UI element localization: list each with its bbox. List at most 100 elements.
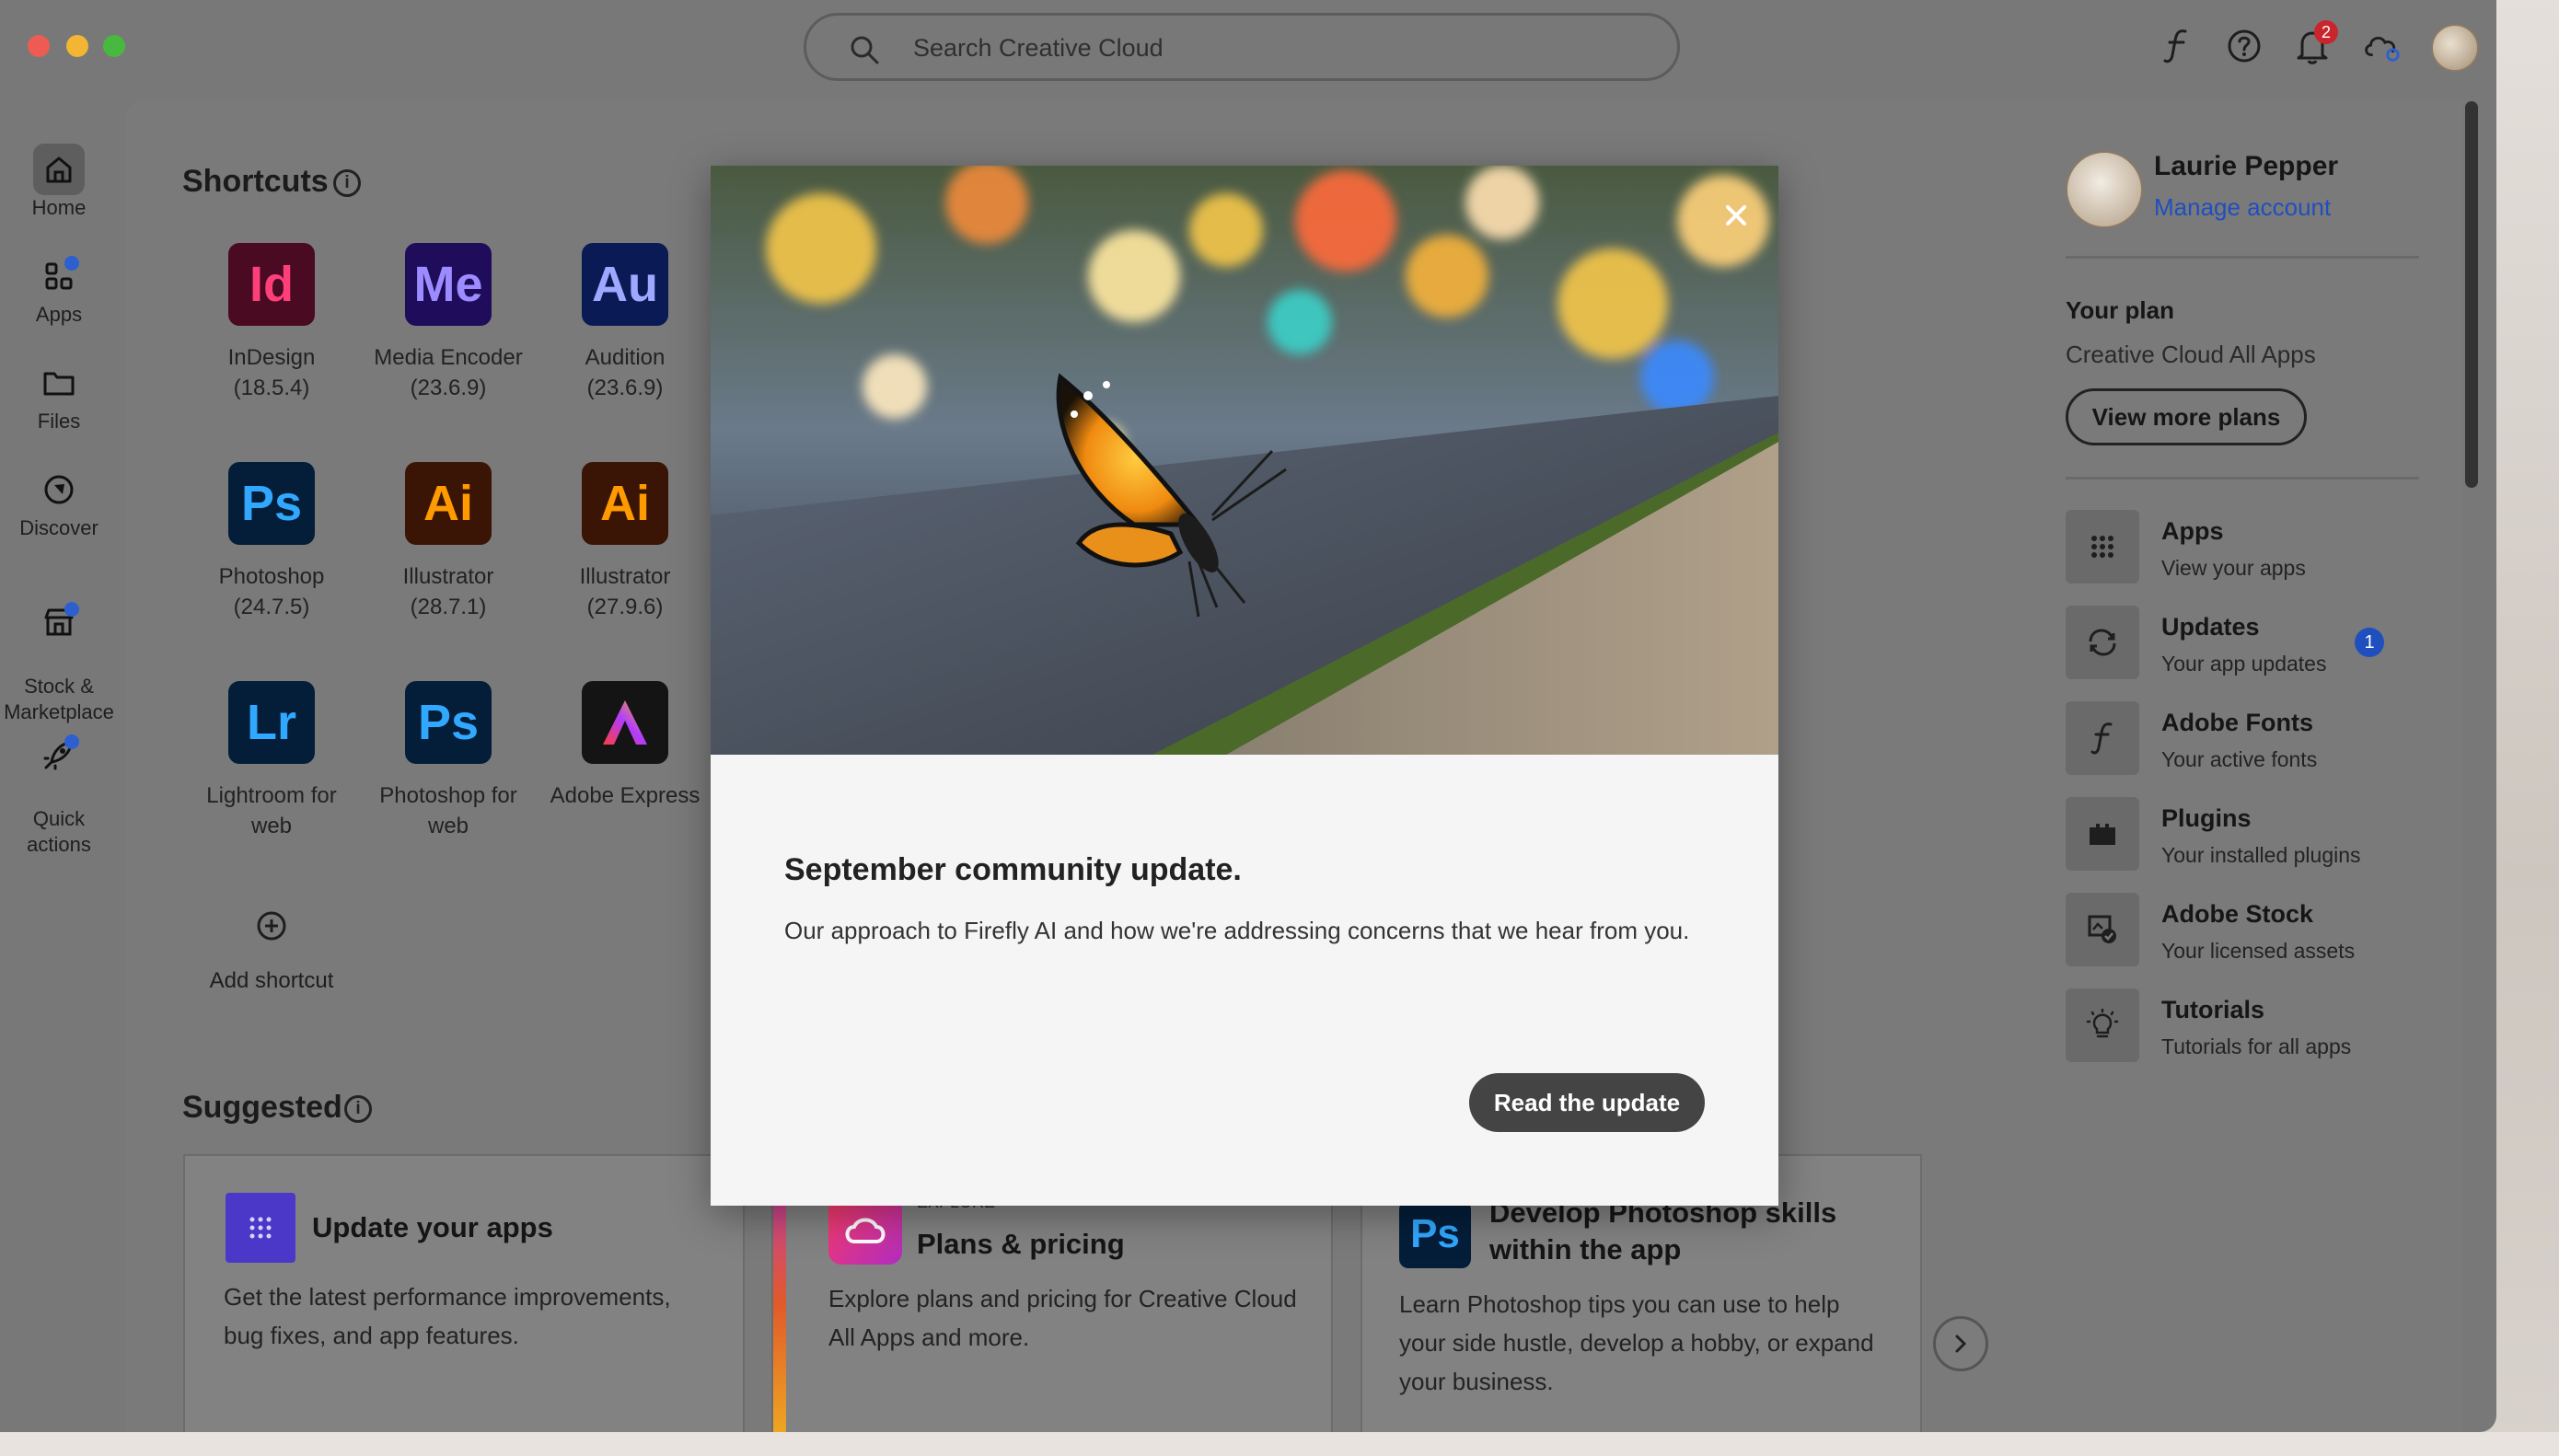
quicklink-title: Adobe Fonts	[2161, 709, 2313, 736]
stock-image-check-icon	[2066, 893, 2139, 966]
photoshop-app-icon: Ps	[1399, 1200, 1471, 1268]
divider	[2066, 256, 2419, 259]
quicklink-title: Updates	[2161, 613, 2260, 641]
app-name: Illustrator (27.9.6)	[579, 564, 671, 619]
apps-grid-icon	[226, 1193, 295, 1263]
suggested-card-update-apps[interactable]: Update your apps Get the latest performa…	[183, 1154, 745, 1432]
adobe-express-app-icon	[582, 681, 668, 764]
quicklink-title: Adobe Stock	[2161, 900, 2314, 928]
quick-actions-notification-dot	[64, 734, 79, 749]
quicklink-subtitle: Your active fonts	[2161, 747, 2318, 771]
card-description: Learn Photoshop tips you can use to help…	[1399, 1290, 1874, 1395]
desktop-background	[2485, 0, 2559, 1456]
shortcut-photoshop-web[interactable]: Ps Photoshop for web	[365, 681, 531, 841]
folder-icon	[33, 357, 85, 409]
add-shortcut-button[interactable]: Add shortcut	[170, 909, 373, 994]
shortcut-illustrator-28[interactable]: Ai Illustrator (28.7.1)	[365, 462, 531, 622]
indesign-app-icon: Id	[228, 243, 315, 326]
close-icon	[1726, 205, 1746, 225]
quicklink-title: Plugins	[2161, 804, 2252, 832]
view-more-plans-button[interactable]: View more plans	[2066, 388, 2307, 445]
butterfly-hero-image	[711, 166, 1778, 755]
nav-files[interactable]: Files	[0, 357, 118, 434]
quicklink-updates[interactable]: Updates Your app updates 1	[2066, 606, 2452, 679]
quicklink-subtitle: Your app updates	[2161, 652, 2327, 676]
quicklink-adobe-fonts[interactable]: Adobe Fonts Your active fonts	[2066, 701, 2452, 775]
quicklink-subtitle: Your licensed assets	[2161, 939, 2356, 963]
user-avatar[interactable]	[2431, 24, 2479, 72]
nav-quick-label: Quick actions	[27, 807, 91, 856]
modal-body-text: Our approach to Firefly AI and how we're…	[784, 917, 1690, 944]
quicklink-subtitle: Tutorials for all apps	[2161, 1034, 2352, 1058]
notifications-icon[interactable]: 2	[2292, 20, 2338, 66]
carousel-next-button[interactable]	[1933, 1316, 1988, 1371]
refresh-icon	[2066, 606, 2139, 679]
card-description: Get the latest performance improvements,…	[224, 1283, 671, 1349]
photoshop-app-icon: Ps	[228, 462, 315, 545]
close-window-button[interactable]	[28, 35, 50, 57]
quicklink-subtitle: View your apps	[2161, 556, 2306, 580]
app-name: InDesign (18.5.4)	[227, 345, 316, 400]
shortcut-photoshop[interactable]: Ps Photoshop (24.7.5)	[189, 462, 354, 622]
nav-home-label: Home	[31, 196, 87, 219]
search-bar[interactable]	[804, 13, 1680, 81]
search-input[interactable]	[911, 27, 1633, 69]
quicklink-adobe-stock[interactable]: Adobe Stock Your licensed assets	[2066, 893, 2452, 966]
nav-discover[interactable]: Discover	[0, 464, 118, 541]
divider	[2066, 477, 2419, 480]
plugin-icon	[2066, 797, 2139, 871]
nav-quick-actions[interactable]: Quick actions	[0, 703, 118, 884]
cloud-sync-icon[interactable]	[2361, 26, 2402, 66]
creative-cloud-icon	[828, 1196, 902, 1265]
shortcut-adobe-express[interactable]: Adobe Express	[542, 681, 708, 811]
shortcut-lightroom-web[interactable]: Lr Lightroom for web	[189, 681, 354, 841]
modal-close-button[interactable]	[1714, 193, 1758, 237]
photoshop-web-app-icon: Ps	[405, 681, 492, 764]
compass-icon	[33, 464, 85, 515]
quicklink-plugins[interactable]: Plugins Your installed plugins	[2066, 797, 2452, 871]
account-avatar	[2066, 151, 2143, 228]
chevron-right-icon	[1955, 1335, 1967, 1353]
audition-app-icon: Au	[582, 243, 668, 326]
community-update-modal: September community update. Our approach…	[711, 166, 1778, 1206]
search-icon	[851, 36, 879, 64]
title-bar: 2	[0, 0, 2496, 99]
shortcut-indesign[interactable]: Id InDesign (18.5.4)	[189, 243, 354, 403]
account-name: Laurie Pepper	[2154, 151, 2339, 181]
app-name: Photoshop for web	[379, 783, 517, 838]
nav-home[interactable]: Home	[0, 144, 118, 221]
read-the-update-button[interactable]: Read the update	[1469, 1073, 1705, 1132]
help-icon[interactable]	[2224, 26, 2264, 66]
plan-name: Creative Cloud All Apps	[2066, 341, 2316, 368]
app-name: Adobe Express	[550, 783, 701, 808]
nav-apps-label: Apps	[35, 303, 83, 326]
shortcuts-info-icon[interactable]: i	[333, 169, 361, 197]
main-scrollbar[interactable]	[2465, 101, 2478, 488]
card-title: Plans & pricing	[917, 1228, 1125, 1260]
app-name: Audition (23.6.9)	[585, 345, 666, 400]
quicklink-tutorials[interactable]: Tutorials Tutorials for all apps	[2066, 988, 2452, 1062]
suggested-info-icon[interactable]: i	[344, 1095, 372, 1123]
illustrator-app-icon: Ai	[405, 462, 492, 545]
minimize-window-button[interactable]	[66, 35, 88, 57]
nav-apps[interactable]: Apps	[0, 250, 118, 328]
shortcut-media-encoder[interactable]: Me Media Encoder (23.6.9)	[365, 243, 531, 403]
updates-count-badge: 1	[2355, 628, 2384, 657]
add-shortcut-label: Add shortcut	[209, 968, 334, 993]
quicklink-apps[interactable]: Apps View your apps	[2066, 510, 2452, 584]
modal-heading: September community update.	[784, 852, 1242, 887]
zoom-window-button[interactable]	[103, 35, 125, 57]
fonts-icon[interactable]	[2158, 26, 2198, 66]
lightbulb-icon	[2066, 988, 2139, 1062]
storefront-icon	[33, 596, 85, 648]
rocket-icon	[33, 729, 85, 780]
shortcut-illustrator-27[interactable]: Ai Illustrator (27.9.6)	[542, 462, 708, 622]
manage-account-link[interactable]: Manage account	[2154, 193, 2331, 222]
quicklink-title: Apps	[2161, 517, 2224, 545]
shortcuts-title: Shortcuts	[182, 164, 329, 199]
app-name: Photoshop (24.7.5)	[218, 564, 325, 619]
illustrator-app-icon: Ai	[582, 462, 668, 545]
plan-label: Your plan	[2066, 296, 2174, 324]
shortcut-audition[interactable]: Au Audition (23.6.9)	[542, 243, 708, 403]
suggested-title: Suggested	[182, 1090, 342, 1125]
